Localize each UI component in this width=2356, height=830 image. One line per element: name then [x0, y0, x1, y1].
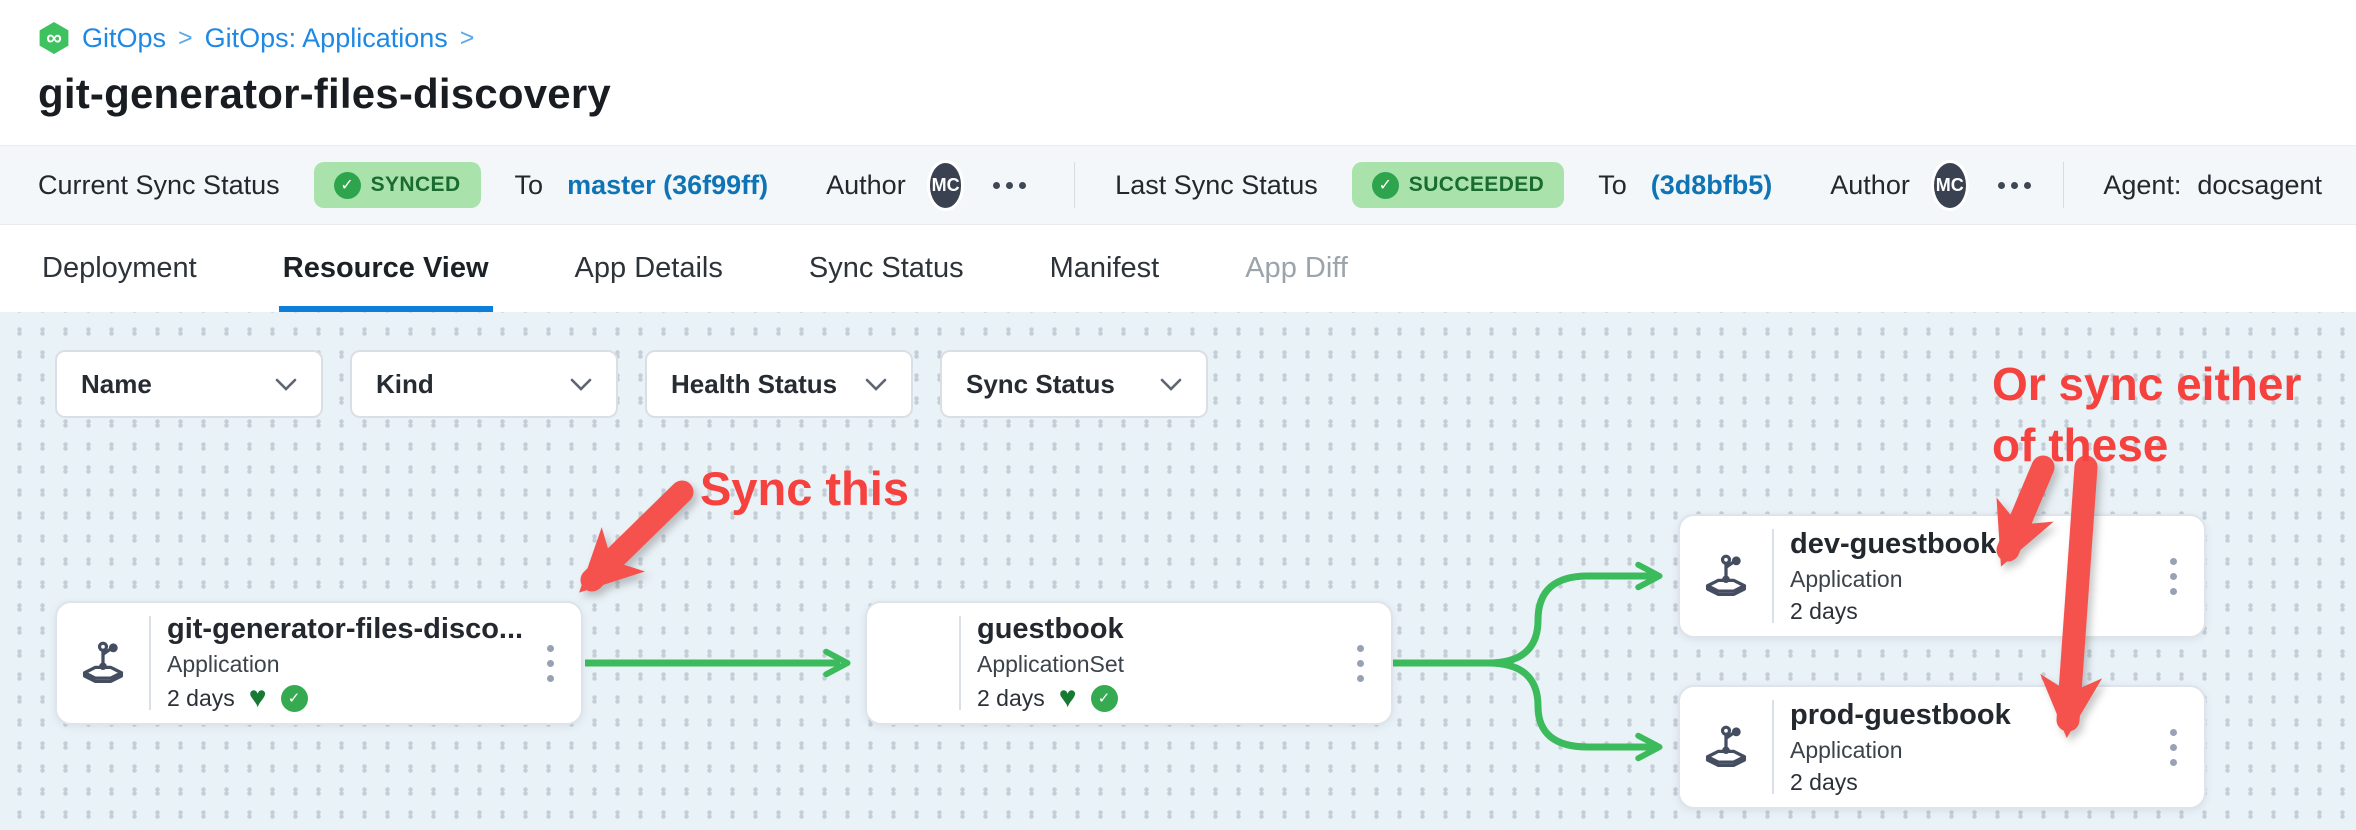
check-circle-icon: ✓: [1372, 172, 1399, 199]
agent-value: docsagent: [2197, 170, 2322, 201]
sync-status-bar: Current Sync Status ✓ SYNCED To master (…: [0, 145, 2356, 225]
page-header: ∞ GitOps > GitOps: Applications > git-ge…: [0, 0, 2356, 145]
divider: [2063, 162, 2064, 208]
author-label: Author: [826, 170, 906, 201]
badge-text: SUCCEEDED: [1409, 173, 1544, 197]
tab-app-diff: App Diff: [1241, 225, 1352, 312]
gitops-app-page: ∞ GitOps > GitOps: Applications > git-ge…: [0, 0, 2356, 830]
annotation-or-sync: Or sync either of these: [1992, 354, 2301, 475]
divider: [1074, 162, 1075, 208]
more-options-icon[interactable]: [993, 182, 1026, 189]
gitops-logo-icon: ∞: [38, 22, 70, 54]
page-title: git-generator-files-discovery: [38, 70, 2318, 118]
tab-manifest[interactable]: Manifest: [1046, 225, 1164, 312]
tab-bar: Deployment Resource View App Details Syn…: [0, 225, 2356, 312]
agent-label: Agent:: [2103, 170, 2181, 201]
current-sync-status-label: Current Sync Status: [38, 170, 280, 201]
tab-deployment[interactable]: Deployment: [38, 225, 201, 312]
breadcrumb-applications[interactable]: GitOps: Applications: [205, 23, 448, 54]
breadcrumb-separator-icon: >: [460, 24, 475, 53]
current-sync-status-badge: ✓ SYNCED: [314, 162, 481, 208]
breadcrumb-gitops[interactable]: GitOps: [82, 23, 166, 54]
author-avatar: MC: [930, 163, 962, 208]
last-sync-status-label: Last Sync Status: [1115, 170, 1318, 201]
to-label: To: [1598, 170, 1627, 201]
more-options-icon[interactable]: [1998, 182, 2031, 189]
breadcrumb-separator-icon: >: [178, 24, 193, 53]
author-avatar: MC: [1934, 163, 1966, 208]
arrow-to-prod-guestbook: [2068, 467, 2086, 720]
annotation-line: Or sync either: [1992, 354, 2301, 415]
last-sync-status-badge: ✓ SUCCEEDED: [1352, 162, 1564, 208]
tab-resource-view[interactable]: Resource View: [279, 225, 493, 312]
badge-text: SYNCED: [371, 173, 461, 197]
to-label: To: [515, 170, 544, 201]
arrow-to-root-app: [592, 492, 682, 580]
resource-graph-canvas: Name Kind Health Status Sync Status: [0, 312, 2356, 830]
last-revision-link[interactable]: (3d8bfb5): [1651, 170, 1773, 201]
check-circle-icon: ✓: [334, 172, 361, 199]
tab-sync-status[interactable]: Sync Status: [805, 225, 968, 312]
arrow-to-dev-guestbook: [2008, 467, 2043, 550]
breadcrumb: ∞ GitOps > GitOps: Applications >: [38, 22, 2318, 54]
author-label: Author: [1830, 170, 1910, 201]
tab-app-details[interactable]: App Details: [571, 225, 727, 312]
annotation-sync-this: Sync this: [700, 458, 909, 520]
annotation-line: of these: [1992, 415, 2301, 476]
current-revision-link[interactable]: master (36f99ff): [567, 170, 768, 201]
